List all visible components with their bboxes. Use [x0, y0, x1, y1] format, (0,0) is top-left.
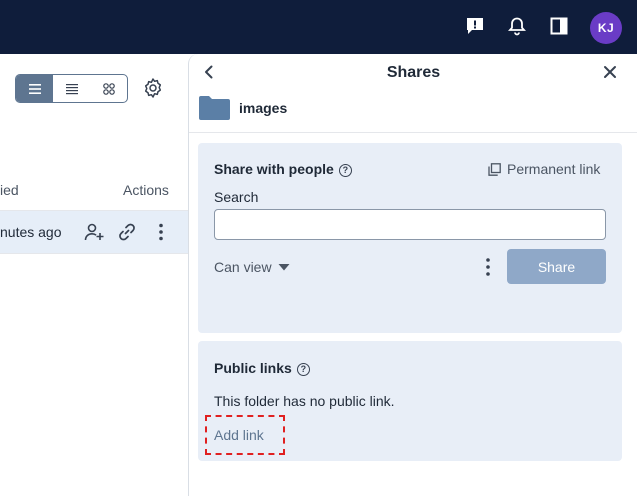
- share-with-people-heading: Share with people?: [214, 161, 352, 177]
- permission-dropdown[interactable]: Can view: [214, 259, 290, 275]
- list-view-button[interactable]: [16, 75, 53, 102]
- more-options-icon[interactable]: [484, 257, 492, 277]
- search-label: Search: [214, 189, 259, 205]
- link-icon[interactable]: [116, 221, 138, 243]
- folder-name: images: [239, 100, 288, 116]
- grid-icon: [102, 82, 115, 95]
- top-bar: KJ: [0, 0, 637, 54]
- share-with-people-card: Share with people? Permanent link Search…: [198, 143, 622, 333]
- column-header-modified[interactable]: ied: [0, 182, 19, 198]
- bell-icon[interactable]: [505, 14, 529, 38]
- no-public-link-text: This folder has no public link.: [214, 393, 395, 409]
- compact-list-icon: [65, 83, 78, 94]
- more-vertical-icon[interactable]: [150, 221, 172, 243]
- divider: [0, 253, 188, 254]
- sidebar-toggle-icon[interactable]: [547, 14, 571, 38]
- search-input[interactable]: [214, 209, 606, 240]
- shares-panel: Shares images Share with people? Permane…: [188, 54, 637, 496]
- public-links-card: Public links? This folder has no public …: [198, 341, 622, 461]
- gear-icon[interactable]: [142, 77, 164, 99]
- modified-time: nutes ago: [0, 224, 62, 240]
- divider: [189, 132, 637, 133]
- help-icon[interactable]: ?: [338, 163, 352, 177]
- permission-value: Can view: [214, 259, 272, 275]
- public-links-heading: Public links?: [214, 360, 310, 376]
- panel-title: Shares: [386, 64, 441, 81]
- add-user-icon[interactable]: [83, 221, 105, 243]
- column-header-actions: Actions: [123, 182, 169, 198]
- caret-down-icon: [278, 264, 290, 271]
- public-links-label: Public links: [214, 360, 292, 376]
- avatar[interactable]: KJ: [590, 12, 622, 44]
- help-icon[interactable]: ?: [296, 362, 310, 376]
- compact-list-view-button[interactable]: [53, 75, 90, 102]
- table-row[interactable]: nutes ago: [0, 211, 188, 253]
- permanent-link-button[interactable]: Permanent link: [488, 161, 600, 177]
- file-list-pane: ied Actions nutes ago: [0, 54, 188, 496]
- permanent-link-label: Permanent link: [507, 161, 601, 177]
- list-icon: [28, 83, 41, 94]
- add-link-button[interactable]: Add link: [214, 427, 264, 443]
- share-button[interactable]: Share: [507, 249, 606, 284]
- view-mode-toggle: [15, 74, 128, 103]
- share-with-people-label: Share with people: [214, 161, 334, 177]
- folder-icon: [199, 96, 230, 120]
- copy-icon: [488, 162, 501, 176]
- close-icon[interactable]: [603, 65, 617, 79]
- notes-icon[interactable]: [463, 14, 487, 38]
- grid-view-button[interactable]: [90, 75, 127, 102]
